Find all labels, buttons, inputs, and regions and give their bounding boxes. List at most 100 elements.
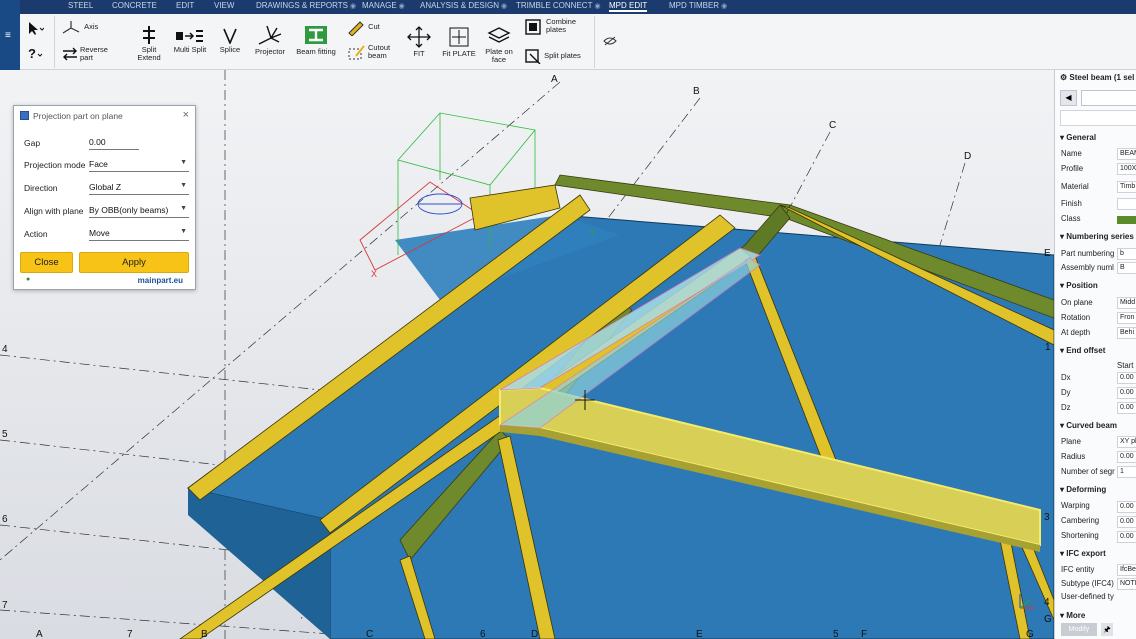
projection-mode-select[interactable]: Face ▼ [89, 159, 189, 172]
section-label: Position [1066, 281, 1098, 290]
split-plates-icon [525, 49, 541, 65]
multi-split-button[interactable]: Multi Split [170, 28, 210, 54]
split-plates-button[interactable]: Split plates [524, 48, 590, 65]
panel-dropdown[interactable] [1081, 90, 1136, 106]
radius-label: Radius [1061, 452, 1086, 461]
fit-button[interactable]: FIT [404, 26, 434, 58]
on-plane-field[interactable]: Midd [1117, 297, 1136, 309]
dx-label: Dx [1061, 373, 1071, 382]
section-ifc-export[interactable]: ▾ IFC export [1060, 549, 1106, 558]
combine-plates-icon [525, 19, 541, 35]
apply-button[interactable]: Apply [79, 252, 189, 273]
modify-button[interactable]: Modify [1061, 623, 1097, 636]
direction-select[interactable]: Global Z ▼ [89, 182, 189, 195]
close-icon[interactable]: × [183, 109, 189, 121]
reverse-part-button[interactable]: Reverse part [60, 46, 120, 62]
move-arrows-icon [407, 26, 431, 48]
grid-label-bottom: B [201, 629, 208, 639]
on-plane-label: On plane [1061, 298, 1093, 307]
grid-label-bottom: C [366, 629, 373, 639]
tab-mpd-timber[interactable]: MPD TIMBER ◉ [669, 1, 727, 10]
tab-trimble-connect[interactable]: TRIMBLE CONNECT ◉ [516, 1, 601, 10]
class-color-swatch[interactable] [1117, 216, 1136, 224]
hidden-eye-icon [603, 36, 617, 46]
assembly-field[interactable]: B [1117, 262, 1136, 274]
axis-button[interactable]: Axis [60, 20, 110, 34]
cut-button[interactable]: Cut [346, 18, 396, 37]
plate-on-face-label: Plate on face [485, 47, 513, 64]
tab-edit[interactable]: EDIT [176, 1, 194, 10]
tab-manage[interactable]: MANAGE ◉ [362, 1, 405, 10]
dialog-title: Projection part on plane [33, 111, 123, 121]
finish-field[interactable] [1117, 198, 1136, 210]
name-field[interactable]: BEAM [1117, 148, 1136, 160]
close-button[interactable]: Close [20, 252, 73, 273]
section-label: General [1066, 133, 1097, 142]
radius-field[interactable]: 0.00 [1117, 451, 1136, 463]
tab-label: TRIMBLE CONNECT [516, 1, 593, 10]
select-tool-button[interactable] [24, 20, 46, 38]
gap-input[interactable]: 0.00 [89, 137, 139, 150]
panel-search[interactable] [1060, 110, 1136, 126]
beam-fitting-button[interactable]: Beam fitting [294, 24, 338, 56]
at-depth-field[interactable]: Behi [1117, 327, 1136, 339]
brand-link[interactable]: mainpart.eu [138, 276, 183, 285]
grid-label-left: 5 [2, 429, 8, 440]
plate-on-face-button[interactable]: Plate on face [482, 26, 516, 64]
tab-analysis-design[interactable]: ANALYSIS & DESIGN ◉ [420, 1, 507, 10]
tab-steel[interactable]: STEEL [68, 1, 93, 10]
dy-label: Dy [1061, 388, 1071, 397]
projector-button[interactable]: Projector [252, 24, 288, 56]
back-button[interactable]: ◀ [1060, 90, 1077, 106]
subtype-field[interactable]: NOTI [1117, 578, 1136, 590]
section-position[interactable]: ▾ Position [1060, 281, 1098, 290]
section-end-offset[interactable]: ▾ End offset [1060, 346, 1105, 355]
tab-view[interactable]: VIEW [214, 1, 234, 10]
material-field[interactable]: Timb [1117, 181, 1136, 193]
question-icon: ? [28, 46, 43, 61]
help-tool-button[interactable]: ? [24, 46, 46, 64]
section-general[interactable]: ▾ General [1060, 133, 1096, 142]
warping-field[interactable]: 0.00 [1117, 501, 1136, 513]
multi-split-icon [176, 30, 203, 42]
split-extend-button[interactable]: Split Extend [134, 26, 164, 62]
projection-mode-label: Projection mode [24, 160, 86, 170]
section-curved-beam[interactable]: ▾ Curved beam [1060, 421, 1117, 430]
property-panel: ⚙ Steel beam (1 sel ◀ ▾ General Name BEA… [1054, 70, 1136, 639]
profile-field[interactable]: 100X [1117, 163, 1136, 175]
splice-label: Splice [219, 45, 241, 54]
ribbon: ? Axis Reverse part Split Extend Multi S… [20, 14, 1136, 70]
pin-icon[interactable]: 🖈 [1101, 623, 1113, 636]
visibility-toggle-button[interactable] [600, 36, 620, 48]
part-numbering-label: Part numbering [1061, 249, 1115, 258]
fit-plate-button[interactable]: Fit PLATE [440, 26, 478, 58]
dx-field[interactable]: 0.00 [1117, 372, 1136, 384]
cutout-beam-icon [348, 45, 365, 60]
dy-field[interactable]: 0.00 [1117, 387, 1136, 399]
shortening-field[interactable]: 0.00 [1117, 531, 1136, 543]
cambering-field[interactable]: 0.00 [1117, 516, 1136, 528]
section-deforming[interactable]: ▾ Deforming [1060, 485, 1106, 494]
plane-field[interactable]: XY pl [1117, 436, 1136, 448]
align-select[interactable]: By OBB(only beams) ▼ [89, 205, 189, 218]
dialog-title-bar[interactable]: Projection part on plane × [14, 106, 195, 126]
combine-plates-button[interactable]: Combine plates [524, 18, 586, 36]
action-select[interactable]: Move ▼ [89, 228, 189, 241]
rotation-field[interactable]: Fron [1117, 312, 1136, 324]
segments-field[interactable]: 1 [1117, 466, 1136, 478]
beam-fitting-icon [305, 26, 327, 44]
splice-icon [223, 28, 237, 44]
part-numbering-field[interactable]: b [1117, 248, 1136, 260]
dz-field[interactable]: 0.00 [1117, 402, 1136, 414]
tab-mpd-edit[interactable]: MPD EDIT [609, 1, 648, 12]
back-arrow-icon: ◀ [1065, 93, 1072, 102]
tab-concrete[interactable]: CONCRETE [112, 1, 157, 10]
grid-label-right: 1 [1045, 342, 1051, 353]
tab-drawings-reports[interactable]: DRAWINGS & REPORTS ◉ [256, 1, 356, 10]
ifc-entity-field[interactable]: IfcBe [1117, 564, 1136, 576]
section-numbering[interactable]: ▾ Numbering series [1060, 232, 1134, 241]
splice-button[interactable]: Splice [216, 28, 244, 54]
cutout-beam-button[interactable]: Cutout beam [346, 44, 400, 62]
section-more[interactable]: ▾ More [1060, 611, 1085, 620]
menu-icon[interactable]: ≡ [5, 30, 11, 41]
